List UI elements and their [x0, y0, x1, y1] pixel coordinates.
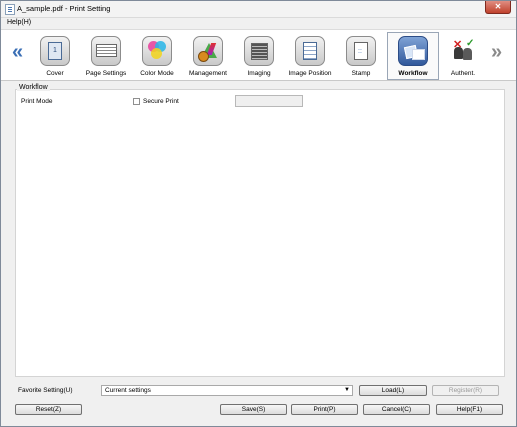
save-button[interactable]: Save(S) — [220, 404, 287, 415]
tab-authentication[interactable]: ✕ ✓ Authent. — [438, 33, 488, 79]
menu-bar: Help(H) — [1, 18, 516, 30]
cancel-button[interactable]: Cancel(C) — [363, 404, 430, 415]
workflow-group-title: Workflow — [17, 84, 50, 91]
close-button[interactable]: ✕ — [485, 1, 511, 14]
secure-print-label[interactable]: Secure Print — [143, 98, 179, 105]
scroll-right-arrow-icon[interactable]: » — [491, 42, 502, 62]
secure-print-checkbox[interactable] — [133, 98, 140, 105]
workflow-icon — [398, 36, 428, 66]
reset-button[interactable]: Reset(Z) — [15, 404, 82, 415]
load-button[interactable]: Load(L) — [359, 385, 427, 396]
help-button[interactable]: Help(F1) — [436, 404, 503, 415]
category-toolbar: « Cover Page Settings Color Mode Managem… — [1, 30, 516, 81]
register-button[interactable]: Register(R) — [432, 385, 499, 396]
secure-print-field[interactable] — [235, 95, 303, 107]
print-button[interactable]: Print(P) — [291, 404, 358, 415]
tab-authentication-label: Authent. — [450, 70, 476, 77]
print-mode-label: Print Mode — [21, 98, 53, 105]
chevron-down-icon: ▼ — [344, 387, 350, 393]
favorite-setting-select[interactable]: Current settings ▼ — [101, 385, 353, 396]
cover-icon — [40, 36, 70, 66]
document-icon — [5, 4, 15, 15]
window-title: A_sample.pdf - Print Setting — [17, 4, 111, 13]
imaging-icon — [244, 36, 274, 66]
image-position-icon — [295, 36, 325, 66]
workflow-group: Print Mode Secure Print — [15, 89, 505, 377]
management-icon — [193, 36, 223, 66]
scroll-left-arrow-icon[interactable]: « — [12, 42, 23, 62]
page-settings-icon — [91, 36, 121, 66]
stamp-icon — [346, 36, 376, 66]
menu-help[interactable]: Help(H) — [7, 19, 31, 26]
authentication-icon: ✕ ✓ — [448, 36, 478, 66]
color-mode-icon — [142, 36, 172, 66]
favorite-setting-label: Favorite Setting(U) — [18, 387, 73, 394]
print-setting-window: A_sample.pdf - Print Setting ✕ Help(H) «… — [0, 0, 517, 427]
title-bar: A_sample.pdf - Print Setting ✕ — [1, 1, 516, 18]
favorite-setting-value: Current settings — [105, 387, 151, 394]
